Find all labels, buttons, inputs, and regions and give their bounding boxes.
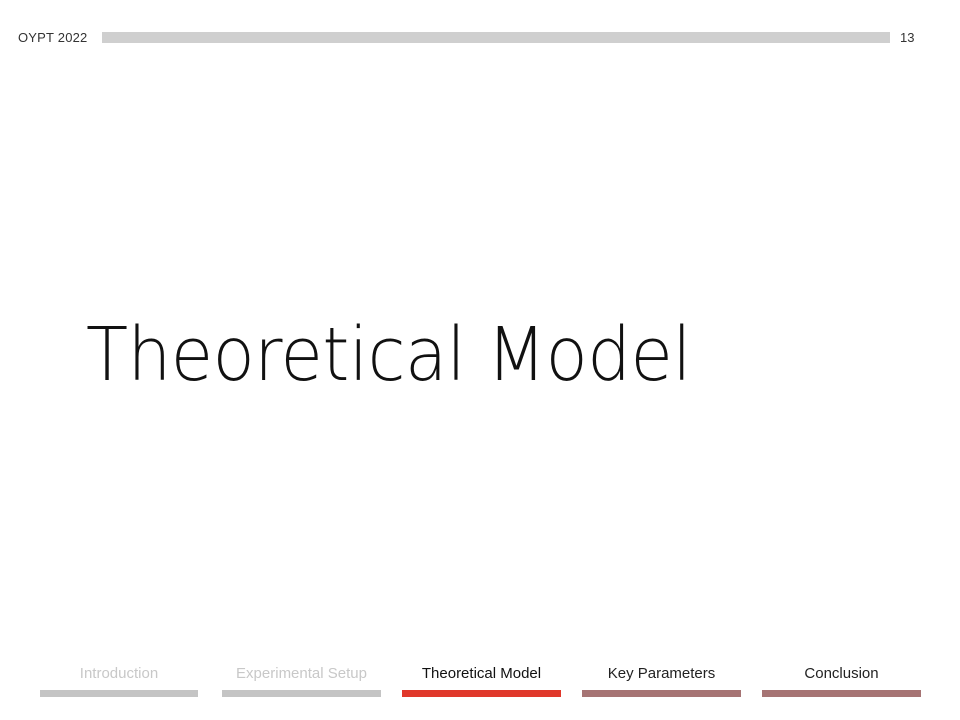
nav-label-experimental-setup: Experimental Setup xyxy=(236,665,367,682)
nav-bar-theoretical-model xyxy=(402,690,561,697)
nav-item-experimental-setup[interactable]: Experimental Setup xyxy=(222,660,381,697)
nav-bar-key-parameters xyxy=(582,690,741,697)
nav-bar-conclusion xyxy=(762,690,921,697)
nav-item-key-parameters[interactable]: Key Parameters xyxy=(582,660,741,697)
nav-item-theoretical-model[interactable]: Theoretical Model xyxy=(402,660,561,697)
header-progress-bar xyxy=(102,32,890,43)
nav-label-conclusion: Conclusion xyxy=(804,665,879,682)
page-number: 13 xyxy=(900,30,915,45)
nav-label-introduction: Introduction xyxy=(79,665,159,682)
slide-title: Theoretical Model xyxy=(86,312,692,398)
nav-label-theoretical-model: Theoretical Model xyxy=(421,665,542,682)
event-label: OYPT 2022 xyxy=(18,30,88,45)
nav-bar-experimental-setup xyxy=(222,690,381,697)
nav-item-conclusion[interactable]: Conclusion xyxy=(762,660,921,697)
nav-label-key-parameters: Key Parameters xyxy=(607,665,716,682)
section-navigation: Introduction Experimental Setup Theoreti… xyxy=(0,660,960,720)
nav-item-introduction[interactable]: Introduction xyxy=(40,660,198,697)
nav-bar-introduction xyxy=(40,690,198,697)
